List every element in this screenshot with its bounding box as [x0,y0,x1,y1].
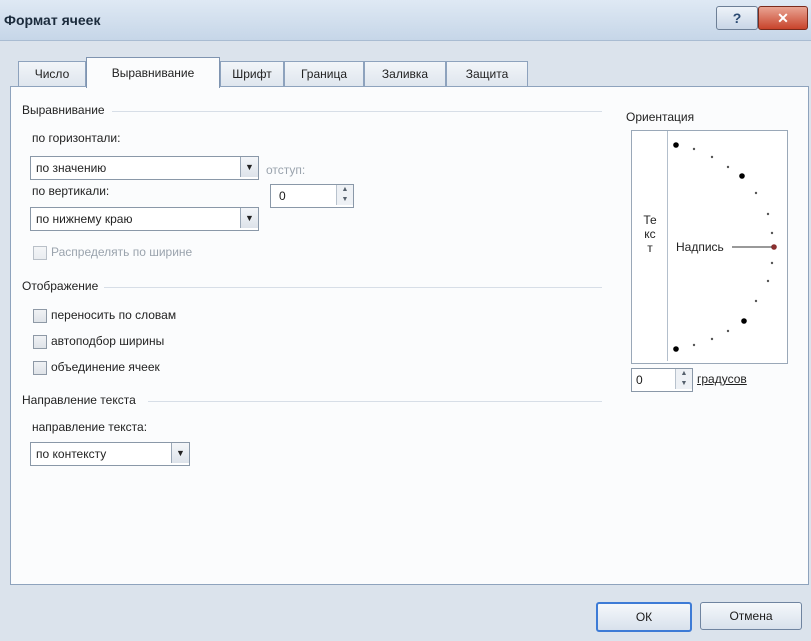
dialog-title: Формат ячеек [4,12,101,28]
ok-button[interactable]: ОК [596,602,692,632]
spinner-arrows-icon[interactable]: ▲ ▼ [675,369,692,389]
tab-alignment[interactable]: Выравнивание [86,57,220,88]
section-divider [148,401,602,402]
tab-font[interactable]: Шрифт [220,61,284,86]
degrees-label: градусов [697,372,747,386]
tab-number[interactable]: Число [18,61,86,86]
chevron-down-icon[interactable]: ▼ [240,157,258,177]
orientation-control[interactable]: Текст Надпись [631,130,788,364]
title-bar[interactable]: Формат ячеек ? ✕ [0,0,811,41]
wrap-text-checkbox[interactable] [33,309,47,323]
horizontal-select[interactable]: по значению ▼ [30,156,259,180]
text-direction-label: направление текста: [32,420,148,434]
vertical-select-value: по нижнему краю [36,212,133,226]
merge-cells-label: объединение ячеек [51,360,160,374]
section-divider [104,287,602,288]
format-cells-dialog: Формат ячеек ? ✕ Число Выравнивание Шриф… [0,0,811,641]
close-button[interactable]: ✕ [758,6,808,30]
section-divider [112,111,602,112]
indent-label: отступ: [266,163,306,177]
merge-cells-checkbox[interactable] [33,361,47,375]
help-button[interactable]: ? [716,6,758,30]
tab-fill[interactable]: Заливка [364,61,446,86]
degrees-value: 0 [636,373,643,387]
wrap-text-label: переносить по словам [51,308,177,322]
chevron-down-icon[interactable]: ▼ [240,208,258,228]
indent-stepper[interactable]: 0 ▲ ▼ [270,184,354,208]
orientation-label: Надпись [676,240,724,254]
cancel-button[interactable]: Отмена [700,602,802,630]
degrees-stepper[interactable]: 0 ▲ ▼ [631,368,693,392]
tab-protection[interactable]: Защита [446,61,528,86]
horizontal-label: по горизонтали: [32,131,121,145]
vertical-select[interactable]: по нижнему краю ▼ [30,207,259,231]
tab-border[interactable]: Граница [284,61,364,86]
text-direction-value: по контексту [36,447,107,461]
chevron-down-icon[interactable]: ▼ [171,443,189,463]
text-direction-section-title: Направление текста [22,393,136,407]
shrink-to-fit-label: автоподбор ширины [51,334,165,348]
indent-value: 0 [279,189,286,203]
alignment-section-title: Выравнивание [22,103,105,117]
text-direction-select[interactable]: по контексту ▼ [30,442,190,466]
display-section-title: Отображение [22,279,99,293]
distribute-checkbox[interactable] [33,246,47,260]
vertical-label: по вертикали: [32,184,110,198]
orientation-section-title: Ориентация [626,110,695,124]
spinner-arrows-icon[interactable]: ▲ ▼ [336,185,353,205]
shrink-to-fit-checkbox[interactable] [33,335,47,349]
distribute-label: Распределять по ширине [51,245,193,259]
horizontal-select-value: по значению [36,161,107,175]
